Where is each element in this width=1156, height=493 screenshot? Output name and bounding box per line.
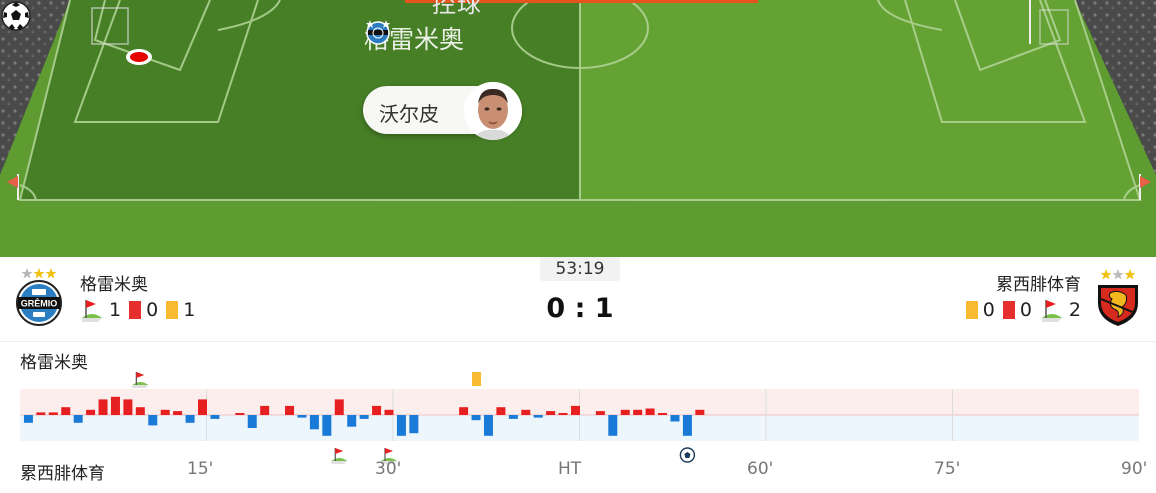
player-photo-icon [464,82,522,140]
home-momentum-bar [695,409,705,415]
tick-90: 90' [1121,459,1148,479]
home-momentum-bar [595,411,605,415]
player-name: 沃尔皮 [379,102,439,126]
home-momentum-bar [372,405,382,415]
away-momentum-bar [670,415,680,422]
away-momentum-bar [73,415,83,423]
away-momentum-bar [682,415,692,436]
home-momentum-bar [36,412,46,415]
home-team-crest-icon: GRÊMIO [16,268,62,326]
home-momentum-bar [61,407,71,415]
home-momentum-bar [571,405,580,415]
home-team-name: 格雷米奥 [80,275,148,295]
timeline-corner-icon[interactable] [132,372,149,388]
away-momentum-bar [608,415,618,436]
ball-icon [1,1,31,31]
away-momentum-bar [322,415,332,436]
away-team-crest-icon [1098,269,1138,326]
player-avatar [464,82,522,140]
home-crest-text: GRÊMIO [21,298,58,309]
away-team-name: 累西腓体育 [996,275,1081,295]
home-momentum-bar [260,405,270,415]
tick-60: 60' [747,459,774,479]
red-card-icon [1002,301,1015,319]
away-momentum-bar [247,415,257,428]
red-card-icon [129,301,142,319]
timeline-away-label: 累西腓体育 [20,464,105,484]
home-momentum-bar [86,409,96,415]
home-momentum-bar [160,409,170,415]
tick-75: 75' [934,459,961,479]
home-momentum-bar [521,409,531,415]
home-momentum-bar [48,412,58,415]
corner-flag-icon [1041,300,1062,322]
away-momentum-bar [483,415,493,436]
match-score: 0 : 1 [546,293,614,324]
away-momentum-bar [471,415,481,421]
home-corners: 1 [109,299,122,321]
home-stats: 1 0 1 [80,298,203,322]
away-momentum-bar [359,415,369,419]
scoreboard: GRÊMIO 格雷米奥 1 0 1 53:19 0 : 1 累西腓体育 0 0 … [0,257,1156,342]
away-stats: 0 0 2 [965,298,1081,322]
pitch-view: 控球 格雷米奥 沃尔皮 [0,0,1156,257]
away-momentum-bar [148,415,158,426]
away-momentum-bar [297,415,307,418]
timeline-yellow-card-icon[interactable] [472,372,482,386]
home-momentum-bar [334,399,344,415]
away-momentum-bar [396,415,406,436]
away-momentum-bar [210,415,220,419]
away-momentum-bar [347,415,357,427]
tick-15: 15' [187,459,214,479]
home-momentum-bar [546,411,556,415]
home-momentum-bar [620,409,630,415]
match-clock: 53:19 [540,257,620,281]
tick-30: 30' [375,459,402,479]
away-momentum-bar [23,415,33,423]
home-momentum-bar [235,413,245,415]
home-momentum-bar [123,399,133,415]
home-momentum-bar [135,407,145,415]
home-momentum-bar [173,411,183,415]
gremio-crest-icon [366,20,390,45]
away-red-cards: 0 [1019,299,1032,321]
away-corners: 2 [1068,299,1081,321]
player-badge[interactable]: 沃尔皮 [363,82,522,140]
away-momentum-bar [309,415,319,430]
home-momentum-bar [496,407,506,415]
home-yellow-cards: 1 [183,299,196,321]
home-momentum-bar [384,409,394,415]
home-momentum-bar [285,405,295,415]
momentum-timeline: 格雷米奥 累西腓体育 15' 30' HT 60' 75' 90' [0,342,1156,493]
pitch-field [0,0,1156,257]
away-momentum-bar [533,415,543,418]
home-momentum-bar [98,399,108,415]
tick-ht: HT [558,459,582,479]
home-momentum-bar [633,409,643,415]
away-momentum-bar [409,415,419,434]
ball-position-marker [126,49,152,65]
home-momentum-bar [198,399,207,415]
home-red-cards: 0 [146,299,159,321]
away-yellow-cards: 0 [982,299,995,321]
corner-flag-icon [82,300,102,322]
attacking-team-label: 格雷米奥 [364,18,464,58]
timeline-goal-icon[interactable] [679,447,696,463]
yellow-card-icon [166,301,179,319]
timeline-corner-icon[interactable] [331,448,348,464]
pitch-status-text: 控球 [432,0,482,18]
home-momentum-bar [459,407,469,415]
away-momentum-bar [185,415,195,423]
home-momentum-bar [658,413,668,415]
home-momentum-bar [110,396,120,415]
home-momentum-bar [558,413,568,415]
yellow-card-icon [965,301,978,319]
home-momentum-bar [645,408,655,415]
away-momentum-bar [508,415,518,419]
